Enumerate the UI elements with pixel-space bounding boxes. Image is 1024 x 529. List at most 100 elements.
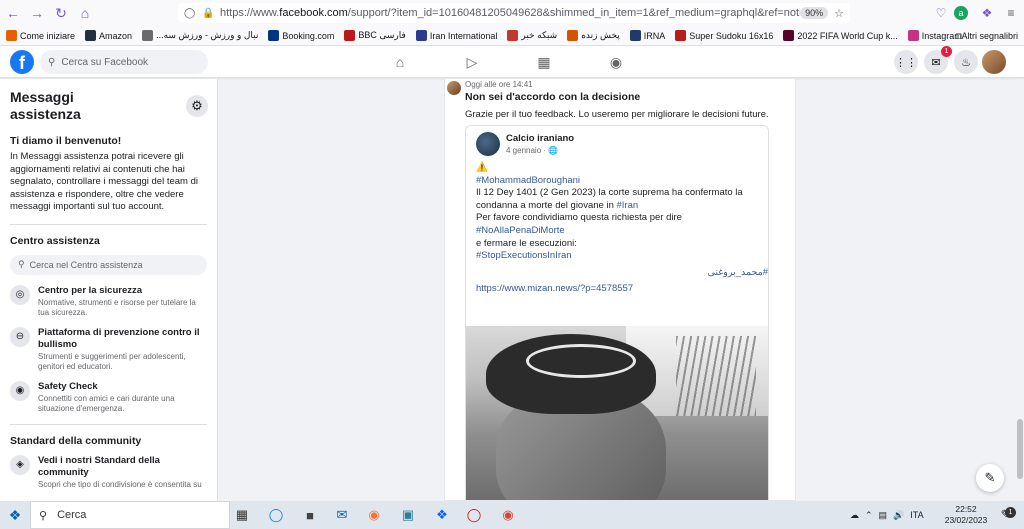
- bookmark-label: ...نبال و ورزش - ورزش سه: [156, 30, 259, 40]
- groups-nav-icon[interactable]: ◉: [606, 52, 626, 72]
- chrome-icon[interactable]: ◉: [498, 505, 518, 525]
- firefox-icon[interactable]: ◉: [364, 505, 384, 525]
- shield-icon: ◈: [10, 454, 30, 475]
- post-photo[interactable]: [466, 326, 768, 500]
- help-item-description: Scopri che tipo di condivisione è consen…: [38, 479, 202, 489]
- hashtag-link[interactable]: #Iran: [617, 200, 639, 211]
- post-date[interactable]: 4 gennaio · 🌐: [506, 146, 558, 155]
- compose-message-button[interactable]: ✎: [976, 464, 1004, 492]
- windows-taskbar: ❖ ⚲ Cerca ▦ ◯ ■ ✉ ◉ ▣ ❖ ◯ ◉ ☁ ⌃ ▤ 🔊 ITA …: [0, 501, 1024, 529]
- bookmark-item[interactable]: ...نبال و ورزش - ورزش سه: [142, 30, 258, 41]
- facebook-header: f ⚲ Cerca su Facebook ⌂ ▷ ▦ ◉ ⋮⋮ ✉ 1 ♨: [0, 46, 1024, 78]
- post-line: Per favore condividiamo questa richiesta…: [476, 212, 682, 236]
- file-explorer-icon[interactable]: ■: [300, 505, 320, 525]
- divider: [10, 223, 207, 225]
- bookmark-label: پخش زنده: [581, 30, 620, 40]
- messenger-icon[interactable]: ✉ 1: [924, 46, 952, 74]
- zoom-level[interactable]: 90%: [800, 7, 829, 19]
- bookmark-item[interactable]: پخش زنده: [567, 30, 620, 41]
- bookmark-label: Booking.com: [282, 30, 335, 41]
- bookmark-item[interactable]: Super Sudoku 16x16: [675, 30, 773, 41]
- bookmark-item[interactable]: 2022 FIFA World Cup k...: [783, 30, 898, 41]
- chevron-up-icon[interactable]: ⌃: [865, 510, 873, 521]
- volume-icon[interactable]: 🔊: [893, 510, 904, 521]
- search-icon: ⚲: [39, 509, 48, 522]
- windows-start-icon[interactable]: ❖: [0, 501, 30, 529]
- other-bookmarks[interactable]: □ Altri segnalibri: [956, 26, 1018, 45]
- post-line: e fermare le esecuzioni:: [476, 237, 577, 249]
- bookmark-label: شبکه خبر: [521, 30, 558, 40]
- help-item-title: Vedi i nostri Standard della community: [38, 454, 160, 478]
- facebook-search-input[interactable]: ⚲ Cerca su Facebook: [40, 50, 208, 74]
- bookmark-star-icon[interactable]: ☆: [834, 7, 844, 20]
- opera-icon[interactable]: ◯: [464, 505, 484, 525]
- hashtag-link[interactable]: #StopExecutionsInIran: [476, 250, 768, 263]
- welcome-title: Ti diamo il benvenuto!: [10, 135, 122, 147]
- minus-circle-icon: ⊖: [10, 326, 30, 347]
- menu-icon[interactable]: ≡: [1002, 4, 1020, 22]
- watch-nav-icon[interactable]: ▷: [462, 52, 482, 72]
- extensions-icon[interactable]: ❖: [978, 4, 996, 22]
- menu-grid-icon[interactable]: ⋮⋮: [894, 50, 918, 74]
- scrollbar-thumb[interactable]: [1017, 419, 1023, 479]
- bookmark-label: Amazon: [99, 30, 133, 41]
- reported-post[interactable]: Calcio iraniano 4 gennaio · 🌐 ⚠️ #Mohamm…: [465, 125, 769, 500]
- mail-icon[interactable]: ✉: [332, 505, 352, 525]
- bookmark-favicon-icon: [142, 30, 154, 41]
- bookmark-item[interactable]: Come iniziare: [6, 30, 75, 41]
- profile-avatar[interactable]: [982, 50, 1006, 74]
- sidebar-help-item[interactable]: ◎ Centro per la sicurezza Normative, strum…: [10, 284, 207, 318]
- hashtag-link[interactable]: #MohammadBoroughani: [476, 175, 768, 188]
- external-link[interactable]: https://www.mizan.news/?p=4578557: [476, 283, 768, 296]
- bookmark-item[interactable]: IRNA: [629, 30, 665, 41]
- back-icon[interactable]: ←: [2, 2, 24, 24]
- bookmark-item[interactable]: شبکه خبر: [507, 30, 557, 41]
- divider: [10, 423, 207, 425]
- bookmark-favicon-icon: [6, 30, 17, 41]
- settings-gear-icon[interactable]: ⚙: [186, 95, 208, 117]
- support-sidebar: Messaggi assistenza ⚙ Ti diamo il benven…: [0, 79, 218, 501]
- store-icon[interactable]: ▣: [398, 505, 418, 525]
- reload-icon[interactable]: ↻: [50, 2, 72, 24]
- page-scrollbar[interactable]: [1016, 79, 1024, 501]
- lock-icon[interactable]: 🔒: [202, 8, 216, 19]
- weather-icon[interactable]: ☁: [850, 510, 859, 521]
- bookmark-label: Iran International: [429, 30, 498, 41]
- marketplace-nav-icon[interactable]: ▦: [534, 52, 554, 72]
- forward-icon[interactable]: →: [26, 2, 48, 24]
- sidebar-help-item[interactable]: ⊖ Piattaforma di prevenzione contro il bu…: [10, 326, 207, 372]
- bookmark-label: BBC فارسی: [358, 30, 406, 40]
- dropbox-icon[interactable]: ❖: [432, 505, 452, 525]
- bookmark-item[interactable]: Amazon: [85, 30, 132, 41]
- home-nav-icon[interactable]: ⌂: [390, 52, 410, 72]
- bookmarks-bar: Come iniziare Amazon ...نبال و ورزش - ورزش…: [0, 26, 1024, 46]
- notification-center-icon[interactable]: ✎1: [996, 505, 1016, 525]
- bookmark-label: 2022 FIFA World Cup k...: [797, 30, 898, 41]
- bookmark-label: Come iniziare: [20, 30, 76, 41]
- language-indicator[interactable]: ITA: [910, 510, 923, 520]
- notifications-icon[interactable]: ♨: [954, 50, 978, 74]
- url-bar[interactable]: ◯ 🔒 https://www.facebook.com/support/?it…: [178, 3, 850, 23]
- pocket-icon[interactable]: ♡: [932, 4, 950, 22]
- facebook-logo[interactable]: f: [10, 50, 34, 74]
- bookmark-item[interactable]: Booking.com: [268, 30, 334, 41]
- clock[interactable]: 22:52 23/02/2023: [942, 504, 990, 526]
- hashtag-link[interactable]: #NoAllaPenaDiMorte: [476, 225, 565, 236]
- edge-icon[interactable]: ◯: [266, 505, 286, 525]
- sidebar-help-item[interactable]: ◈ Vedi i nostri Standard della community S…: [10, 454, 207, 490]
- bookmark-item[interactable]: Instagram: [907, 30, 962, 41]
- post-author-name[interactable]: Calcio iraniano: [506, 133, 574, 144]
- taskbar-search-input[interactable]: ⚲ Cerca: [30, 501, 230, 529]
- photo-plant: [676, 336, 756, 416]
- grammarly-icon[interactable]: a: [954, 6, 968, 20]
- post-author-avatar[interactable]: [476, 132, 500, 156]
- bookmark-item[interactable]: BBC فارسی: [344, 30, 406, 41]
- sidebar-help-item[interactable]: ◉ Safety Check Connettiti con amici e cari…: [10, 380, 207, 414]
- home-icon[interactable]: ⌂: [74, 2, 96, 24]
- bookmark-item[interactable]: Iran International: [415, 30, 498, 41]
- help-center-search-input[interactable]: ⚲ Cerca nel Centro assistenza: [10, 254, 207, 275]
- task-view-icon[interactable]: ▦: [232, 505, 252, 525]
- shield-icon[interactable]: ◯: [184, 8, 198, 19]
- network-icon[interactable]: ▤: [879, 510, 888, 521]
- persian-hashtag-link[interactable]: #محمد_بروغنی: [476, 267, 769, 280]
